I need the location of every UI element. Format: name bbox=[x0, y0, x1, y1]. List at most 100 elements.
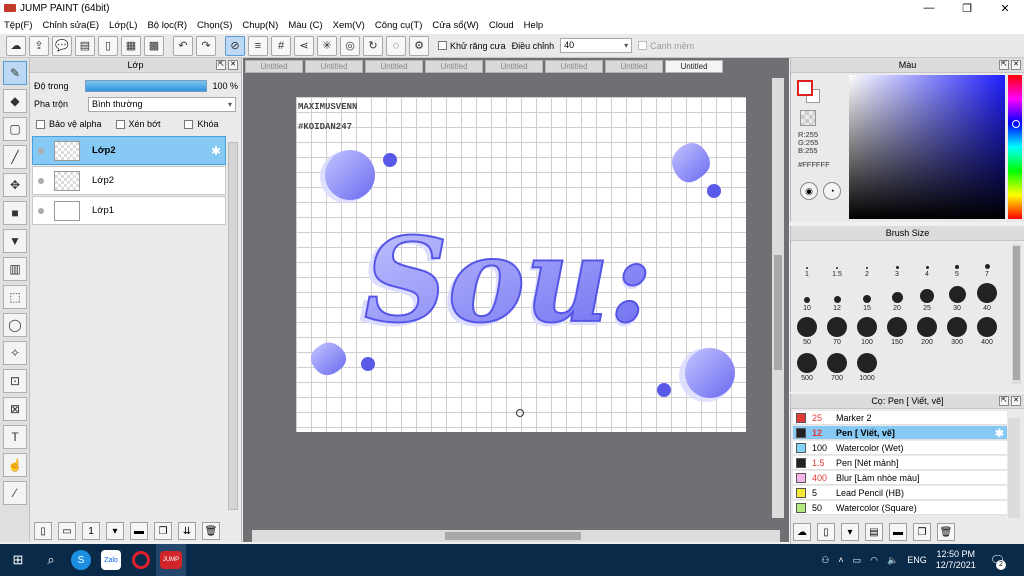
bucket-tool-icon[interactable]: ▼ bbox=[3, 229, 27, 253]
new-raster-icon[interactable]: ▭ bbox=[58, 522, 76, 540]
people-icon[interactable]: ⚇ bbox=[821, 555, 829, 566]
export-icon[interactable]: ⇪ bbox=[29, 35, 49, 56]
snap-parallel-icon[interactable]: ≡ bbox=[248, 35, 268, 56]
snap-soft-checkbox[interactable] bbox=[638, 41, 648, 50]
page-manager-icon[interactable]: ▦ bbox=[121, 35, 141, 56]
new-layer-icon[interactable]: ▯ bbox=[34, 522, 52, 540]
brush-preset-item[interactable]: 5 Lead Pencil (HB) bbox=[793, 486, 1007, 500]
speech-bubble-icon[interactable]: 💬 bbox=[52, 35, 72, 56]
menu-tools[interactable]: Công cụ(T) bbox=[375, 20, 423, 31]
new-1bit-icon[interactable]: 1 bbox=[82, 522, 100, 540]
move-tool-icon[interactable]: ✥ bbox=[3, 173, 27, 197]
visibility-icon[interactable] bbox=[38, 177, 44, 184]
snap-vanish-icon[interactable]: ⋖ bbox=[294, 35, 314, 56]
brush-scroll-thumb[interactable] bbox=[1013, 246, 1020, 380]
drawing-canvas[interactable]: MAXIMUSVENN #KOIDAN247 Sou: Sou: bbox=[296, 97, 746, 432]
snap-radial-icon[interactable]: ✳ bbox=[317, 35, 337, 56]
brush-preset-item[interactable]: 100 Watercolor (Wet) bbox=[793, 441, 1007, 455]
brush-size-option[interactable]: 20 bbox=[882, 282, 912, 312]
brush-duplicate-icon[interactable]: ❐ bbox=[913, 523, 931, 541]
merge-icon[interactable]: ⇊ bbox=[178, 522, 196, 540]
undo-icon[interactable]: ↶ bbox=[173, 35, 193, 56]
brush-preset-item[interactable]: 12 Pen [ Viết, vẽ] ✱ bbox=[793, 426, 1007, 440]
tab-untitled[interactable]: Untitled bbox=[245, 60, 303, 73]
panel-close-icon[interactable]: ✕ bbox=[1011, 60, 1021, 70]
comic-panel-icon[interactable]: ▤ bbox=[75, 35, 95, 56]
tab-untitled[interactable]: Untitled bbox=[485, 60, 543, 73]
brush-size-option[interactable]: 700 bbox=[822, 352, 852, 382]
hue-slider[interactable] bbox=[1008, 75, 1022, 219]
tab-untitled[interactable]: Untitled bbox=[545, 60, 603, 73]
tab-untitled[interactable]: Untitled bbox=[365, 60, 423, 73]
tab-untitled-active[interactable]: Untitled bbox=[665, 60, 723, 73]
add-layer-menu-icon[interactable]: ▾ bbox=[106, 522, 124, 540]
menu-view[interactable]: Xem(V) bbox=[333, 20, 365, 31]
hue-marker[interactable] bbox=[1012, 120, 1020, 128]
redo-icon[interactable]: ↷ bbox=[196, 35, 216, 56]
folder-icon[interactable]: ▬ bbox=[130, 522, 148, 540]
network-icon[interactable]: ▭ bbox=[853, 555, 862, 566]
brush-folder-icon[interactable]: ▬ bbox=[889, 523, 907, 541]
brush-size-option[interactable]: 1 bbox=[792, 248, 822, 278]
panel-close-icon[interactable]: ✕ bbox=[228, 60, 238, 70]
transparent-color-swatch[interactable] bbox=[800, 110, 816, 126]
menu-filter[interactable]: Bộ lọc(R) bbox=[147, 20, 187, 31]
show-hidden-icon[interactable]: ˄ bbox=[838, 555, 843, 565]
brush-size-option[interactable]: 25 bbox=[912, 282, 942, 312]
brush-size-option[interactable]: 12 bbox=[822, 282, 852, 312]
opera-icon[interactable] bbox=[126, 544, 156, 576]
brush-save-icon[interactable]: ▤ bbox=[865, 523, 883, 541]
brush-size-option[interactable]: 70 bbox=[822, 316, 852, 346]
brush-size-option[interactable]: 3 bbox=[882, 248, 912, 278]
antialias-option[interactable]: Khử răng cưa bbox=[438, 41, 506, 51]
duplicate-icon[interactable]: ❐ bbox=[154, 522, 172, 540]
antialias-checkbox[interactable] bbox=[438, 41, 447, 50]
pen-tool-icon[interactable]: ✎ bbox=[3, 61, 27, 85]
tab-untitled[interactable]: Untitled bbox=[425, 60, 483, 73]
menu-select[interactable]: Chọn(S) bbox=[197, 20, 232, 31]
brush-size-option[interactable]: 50 bbox=[792, 316, 822, 346]
menu-help[interactable]: Help bbox=[524, 20, 544, 31]
tool-scrollbar[interactable] bbox=[1008, 418, 1020, 518]
brush-size-option[interactable]: 2 bbox=[852, 248, 882, 278]
trash-icon[interactable]: 🗑 bbox=[202, 522, 220, 540]
visibility-icon[interactable] bbox=[38, 207, 44, 214]
new-brush-icon[interactable]: ▯ bbox=[817, 523, 835, 541]
wifi-icon[interactable]: ◠ bbox=[870, 555, 878, 566]
menu-cloud[interactable]: Cloud bbox=[489, 20, 514, 31]
brush-size-option[interactable]: 100 bbox=[852, 316, 882, 346]
text-tool-icon[interactable]: T bbox=[3, 425, 27, 449]
brush-size-option[interactable]: 40 bbox=[972, 282, 1002, 312]
snap-shape-icon[interactable]: ◌ bbox=[386, 35, 406, 56]
tab-untitled[interactable]: Untitled bbox=[605, 60, 663, 73]
eraser-tool-icon[interactable]: ◆ bbox=[3, 89, 27, 113]
brush-size-option[interactable]: 4 bbox=[912, 248, 942, 278]
horizontal-scroll-thumb[interactable] bbox=[445, 532, 581, 540]
menu-capture[interactable]: Chụp(N) bbox=[242, 20, 278, 31]
brush-size-option[interactable]: 5 bbox=[942, 248, 972, 278]
page-icon[interactable]: ▯ bbox=[98, 35, 118, 56]
panel-float-icon[interactable]: ⇱ bbox=[999, 60, 1009, 70]
snap-off-icon[interactable]: ⊘ bbox=[225, 35, 245, 56]
windows-start-icon[interactable]: ⊞ bbox=[0, 544, 36, 576]
line-tool-icon[interactable]: ╱ bbox=[3, 145, 27, 169]
language-indicator[interactable]: ENG bbox=[907, 555, 927, 565]
brush-preset-item[interactable]: 25 Marker 2 bbox=[793, 411, 1007, 425]
lock-checkbox[interactable] bbox=[184, 119, 194, 129]
opacity-slider[interactable] bbox=[84, 80, 207, 92]
lasso-tool-icon[interactable]: ◯ bbox=[3, 313, 27, 337]
panel-float-icon[interactable]: ⇱ bbox=[216, 60, 226, 70]
settings-grid-icon[interactable]: ▩ bbox=[144, 35, 164, 56]
brush-size-option[interactable]: 500 bbox=[792, 352, 822, 382]
gear-icon[interactable]: ✱ bbox=[995, 427, 1004, 440]
brush-size-option[interactable]: 200 bbox=[912, 316, 942, 346]
magic-wand-tool-icon[interactable]: ✧ bbox=[3, 341, 27, 365]
volume-icon[interactable]: 🔈 bbox=[887, 555, 898, 566]
snap-curve-icon[interactable]: ↻ bbox=[363, 35, 383, 56]
brush-size-option[interactable]: 150 bbox=[882, 316, 912, 346]
search-icon[interactable]: ⌕ bbox=[36, 544, 66, 576]
brush-size-option[interactable]: 300 bbox=[942, 316, 972, 346]
vertical-scroll-thumb[interactable] bbox=[774, 255, 782, 370]
hand-tool-icon[interactable]: ☝ bbox=[3, 453, 27, 477]
brush-cloud-icon[interactable]: ☁ bbox=[793, 523, 811, 541]
